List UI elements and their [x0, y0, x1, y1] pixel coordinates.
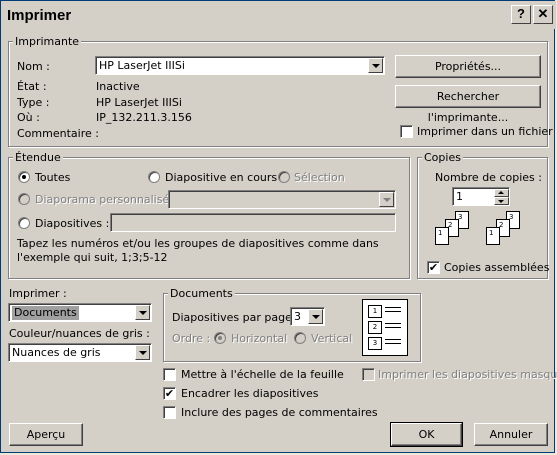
- copies-legend: Copies: [422, 151, 463, 164]
- preview-slide-2: 2: [368, 321, 382, 334]
- frame-slides-label[interactable]: Encadrer les diapositives: [181, 387, 318, 400]
- preview-slide-3: 3: [368, 337, 382, 350]
- selection-label: Sélection: [294, 171, 345, 184]
- collate-illustration-right: 3 2 1: [486, 211, 536, 255]
- copies-count-label: Nombre de copies :: [435, 171, 542, 184]
- per-page-label: Diapositives par page :: [172, 311, 300, 324]
- spin-up-button[interactable]: [494, 189, 509, 197]
- state-value: Inactive: [96, 80, 140, 93]
- all-slides-radio[interactable]: [18, 171, 30, 183]
- current-slide-radio[interactable]: [148, 171, 160, 183]
- custom-show-select: [168, 190, 396, 209]
- range-legend: Étendue: [13, 151, 63, 164]
- scale-to-fit-label[interactable]: Mettre à l'échelle de la feuille: [181, 368, 344, 381]
- print-dialog: Imprimer ? ✕ Imprimante Nom : HP LaserJe…: [0, 0, 557, 453]
- cancel-button[interactable]: Annuler: [474, 423, 548, 446]
- state-label: État :: [17, 80, 47, 93]
- chevron-down-icon[interactable]: [368, 58, 383, 73]
- handout-preview-icon: 1 2 3: [362, 299, 408, 356]
- dialog-title: Imprimer: [7, 7, 72, 24]
- printer-name-label: Nom :: [17, 60, 50, 73]
- per-page-value: 3: [294, 310, 301, 323]
- frame-slides-checkbox[interactable]: ✔: [163, 387, 176, 400]
- type-value: HP LaserJet IIISi: [96, 96, 182, 109]
- custom-show-label: Diaporama personnalisé :: [35, 193, 177, 206]
- spin-down-button[interactable]: [494, 197, 509, 205]
- per-page-select[interactable]: 3: [290, 307, 325, 326]
- current-slide-label[interactable]: Diapositive en cours: [165, 171, 277, 184]
- page-icon: 1: [435, 227, 449, 245]
- print-hidden-label: Imprimer les diapositives masquées: [378, 368, 557, 381]
- horizontal-radio: [214, 332, 226, 344]
- properties-button[interactable]: Propriétés...: [395, 55, 541, 78]
- preview-line: [385, 343, 401, 344]
- copies-count-value: 1: [456, 190, 463, 203]
- comment-label: Commentaire :: [17, 127, 99, 140]
- slides-input[interactable]: [110, 213, 396, 232]
- arrow-up-icon: [498, 191, 504, 194]
- preview-line: [385, 311, 401, 312]
- slides-radio[interactable]: [18, 217, 30, 229]
- ok-button[interactable]: OK: [390, 422, 463, 447]
- include-comments-checkbox[interactable]: [163, 406, 176, 419]
- arrow-down-icon: [498, 200, 504, 203]
- preview-button[interactable]: Aperçu: [9, 423, 83, 446]
- selection-radio: [278, 171, 290, 183]
- preview-line: [385, 307, 401, 308]
- slides-label[interactable]: Diapositives :: [35, 217, 109, 230]
- type-label: Type :: [17, 96, 50, 109]
- help-icon: ?: [517, 6, 525, 21]
- color-value: Nuances de gris: [12, 346, 101, 359]
- vertical-label: Vertical: [311, 332, 353, 345]
- print-what-label: Imprimer :: [9, 287, 67, 300]
- custom-show-radio: [18, 193, 30, 205]
- scale-to-fit-checkbox[interactable]: [163, 368, 176, 381]
- check-mark-icon: ✔: [164, 387, 175, 400]
- horizontal-label: Horizontal: [231, 332, 288, 345]
- chevron-down-icon: [379, 192, 394, 207]
- chevron-down-icon[interactable]: [135, 305, 150, 320]
- color-select[interactable]: Nuances de gris: [8, 343, 152, 362]
- where-label: Où :: [17, 111, 40, 124]
- collate-label[interactable]: Copies assemblées: [444, 261, 549, 274]
- printer-legend: Imprimante: [13, 35, 82, 48]
- where-value: IP_132.211.3.156: [96, 111, 192, 124]
- print-hidden-checkbox: [362, 368, 375, 381]
- collate-illustration-left: 3 2 1: [435, 211, 485, 255]
- preview-line: [385, 323, 401, 324]
- page-icon: 1: [486, 227, 500, 245]
- preview-line: [385, 339, 401, 340]
- help-button[interactable]: ?: [511, 5, 531, 24]
- print-to-file-checkbox[interactable]: [400, 125, 413, 138]
- printer-name-select[interactable]: HP LaserJet IIISi: [95, 56, 385, 75]
- collate-checkbox[interactable]: ✔: [427, 261, 440, 274]
- check-mark-icon: ✔: [428, 261, 439, 274]
- color-label: Couleur/nuances de gris :: [9, 327, 150, 340]
- all-slides-label[interactable]: Toutes: [35, 171, 70, 184]
- print-what-select[interactable]: Documents: [8, 303, 152, 322]
- range-hint: Tapez les numéros et/ou les groupes de d…: [17, 237, 379, 264]
- handouts-legend: Documents: [168, 287, 235, 300]
- close-button[interactable]: ✕: [533, 5, 553, 24]
- find-printer-button[interactable]: Rechercher l'imprimante...: [395, 85, 541, 124]
- print-what-value: Documents: [12, 306, 79, 320]
- close-icon: ✕: [537, 6, 549, 21]
- preview-slide-1: 1: [368, 305, 382, 318]
- vertical-radio: [294, 332, 306, 344]
- preview-line: [385, 327, 401, 328]
- chevron-down-icon[interactable]: [308, 309, 323, 324]
- title-bar: Imprimer ? ✕: [1, 1, 556, 29]
- chevron-down-icon[interactable]: [135, 345, 150, 360]
- order-label: Ordre :: [172, 332, 211, 345]
- printer-name-value: HP LaserJet IIISi: [99, 59, 185, 72]
- include-comments-label[interactable]: Inclure des pages de commentaires: [181, 406, 378, 419]
- print-to-file-label[interactable]: Imprimer dans un fichier: [417, 125, 553, 138]
- copies-count-input[interactable]: 1: [452, 187, 510, 206]
